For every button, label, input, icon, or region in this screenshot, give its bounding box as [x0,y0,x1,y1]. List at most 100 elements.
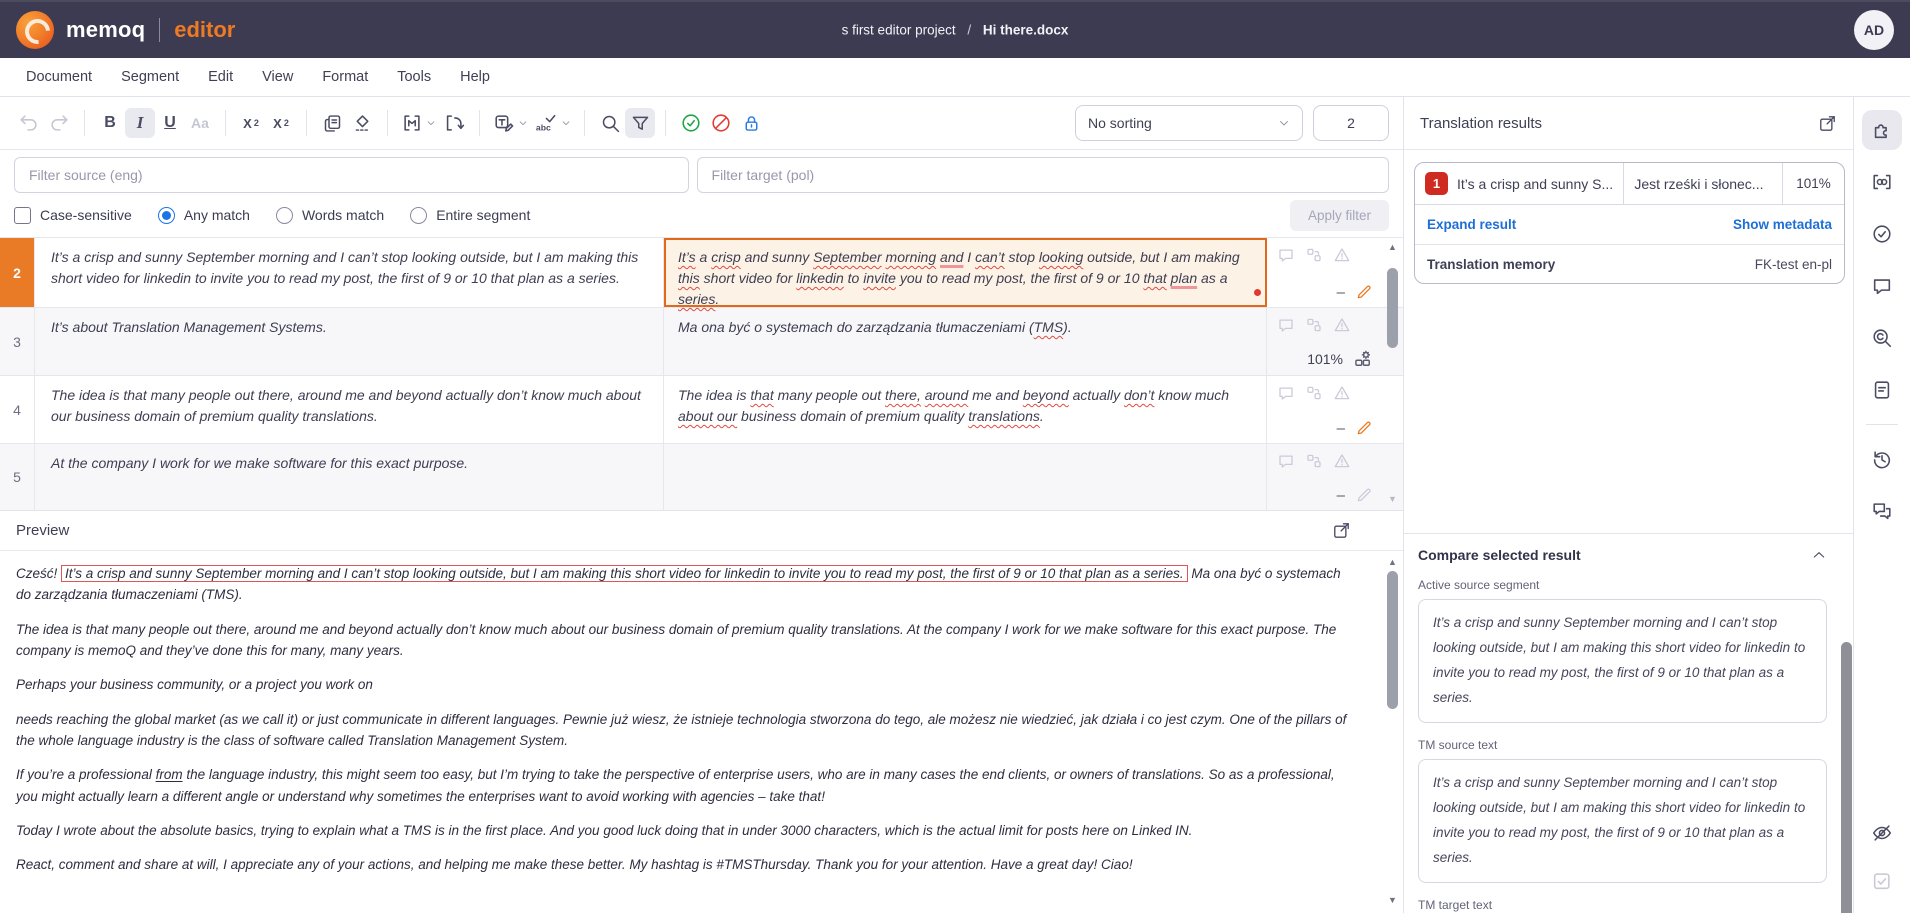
warning-icon[interactable] [1333,246,1351,264]
rail-track-changes[interactable] [1862,861,1902,901]
sorting-select[interactable]: No sorting [1075,105,1303,141]
menu-segment[interactable]: Segment [121,69,179,85]
source-cell[interactable]: It’s a crisp and sunny September morning… [35,238,664,307]
insert-empty-tag-button[interactable] [439,108,469,138]
segment-number: 3 [0,308,35,375]
menu-view[interactable]: View [262,69,293,85]
source-cell[interactable]: At the company I work for we make softwa… [35,444,664,510]
segment-row-4[interactable]: 4 The idea is that many people out there… [0,376,1403,444]
open-preview-icon[interactable] [1332,521,1351,540]
warning-icon[interactable] [1333,316,1351,334]
bold-button[interactable]: B [95,108,125,138]
lock-segment-button[interactable] [736,108,766,138]
subscript-button[interactable]: X2 [266,108,296,138]
filter-button[interactable] [625,108,655,138]
edit-check-icon [1871,870,1893,892]
filter-source-input[interactable] [14,157,689,193]
filter-target-input[interactable] [697,157,1389,193]
edit-source-button[interactable] [490,108,531,138]
superscript-button[interactable]: X2 [236,108,266,138]
spellcheck-button[interactable]: abc [531,108,574,138]
source-cell[interactable]: The idea is that many people out there, … [35,376,664,443]
split-join-icon[interactable] [1305,316,1323,334]
grid-scrollbar[interactable]: ▲ ▼ [1386,238,1399,510]
topbar: memoq editor s first editor project / Hi… [0,0,1910,58]
match-rate: – [1337,487,1345,504]
reject-segment-button[interactable] [706,108,736,138]
copy-tags-icon[interactable] [317,108,347,138]
confirm-segment-button[interactable] [676,108,706,138]
any-match-radio[interactable]: Any match [158,207,250,224]
split-join-icon[interactable] [1305,246,1323,264]
preview-scrollbar[interactable]: ▲ ▼ [1386,511,1399,913]
scroll-down-icon[interactable]: ▼ [1388,494,1397,504]
scrollbar-thumb[interactable] [1387,571,1398,709]
menu-format[interactable]: Format [322,69,368,85]
rail-comments[interactable] [1862,266,1902,306]
source-cell[interactable]: It’s about Translation Management System… [35,308,664,375]
change-case-button[interactable]: Aa [185,108,215,138]
compare-section: Compare selected result Active source se… [1404,533,1853,913]
scroll-up-icon[interactable]: ▲ [1388,557,1397,567]
target-cell[interactable]: Ma ona być o systemach do zarządzania tł… [664,308,1267,375]
rail-concordance-link[interactable] [1862,162,1902,202]
translation-result-card[interactable]: 1 It’s a crisp and sunny S... Jest rześk… [1414,162,1845,284]
tm-name: FK-test en-pl [1755,257,1832,272]
find-button[interactable] [595,108,625,138]
warning-icon[interactable] [1333,384,1351,402]
comment-icon[interactable] [1277,384,1295,402]
menu-document[interactable]: Document [26,69,92,85]
menu-edit[interactable]: Edit [208,69,233,85]
segment-row-5[interactable]: 5 At the company I work for we make soft… [0,444,1403,510]
segment-row-2[interactable]: 2 It’s a crisp and sunny September morni… [0,238,1403,308]
chevron-up-icon[interactable] [1811,547,1827,563]
segment-number-input[interactable]: 2 [1313,105,1389,141]
segment-row-3[interactable]: 3 It’s about Translation Management Syst… [0,308,1403,376]
words-match-radio[interactable]: Words match [276,207,384,224]
breadcrumb-separator: / [967,23,971,38]
italic-button[interactable]: I [125,108,155,138]
underline-button[interactable]: U [155,108,185,138]
rail-hide-preview[interactable] [1862,813,1902,853]
preview-paragraph: If you’re a professional from the langua… [16,764,1357,807]
chevron-down-icon [1278,117,1290,129]
translation-results-panel: Translation results 1 It’s a crisp and s… [1403,97,1853,913]
rail-qa-checks[interactable] [1862,214,1902,254]
entire-segment-radio[interactable]: Entire segment [410,207,530,224]
menu-help[interactable]: Help [460,69,490,85]
open-results-icon[interactable] [1818,114,1837,133]
panel-scrollbar[interactable] [1841,642,1853,913]
rail-concordance-search[interactable] [1862,318,1902,358]
scroll-up-icon[interactable]: ▲ [1388,242,1397,252]
target-cell[interactable] [664,444,1267,510]
apply-filter-button[interactable]: Apply filter [1290,200,1389,231]
rail-translation-results[interactable] [1862,110,1902,150]
rail-document-info[interactable] [1862,370,1902,410]
warning-icon[interactable] [1333,452,1351,470]
split-join-icon[interactable] [1305,384,1323,402]
match-rate: – [1337,284,1345,301]
case-sensitive-checkbox[interactable]: Case-sensitive [14,207,132,224]
undo-button[interactable] [14,108,44,138]
insert-tag-button[interactable] [398,108,439,138]
user-avatar[interactable]: AD [1854,10,1894,50]
rail-discussions[interactable] [1862,491,1902,531]
target-cell[interactable]: The idea is that many people out there, … [664,376,1267,443]
rail-version-history[interactable] [1862,439,1902,479]
comment-icon[interactable] [1277,452,1295,470]
remove-formatting-icon[interactable] [347,108,377,138]
redo-button[interactable] [44,108,74,138]
scrollbar-thumb[interactable] [1841,642,1852,913]
split-join-icon[interactable] [1305,452,1323,470]
scrollbar-thumb[interactable] [1387,268,1398,348]
filter-options-row: Case-sensitive Any match Words match Ent… [0,193,1403,237]
target-cell[interactable]: It’s a crisp and sunny September morning… [664,238,1267,307]
tm-target-label: TM target text [1418,898,1827,912]
history-icon [1871,448,1893,470]
menu-tools[interactable]: Tools [397,69,431,85]
show-metadata-link[interactable]: Show metadata [1733,217,1832,232]
scroll-down-icon[interactable]: ▼ [1388,895,1397,905]
comment-icon[interactable] [1277,246,1295,264]
expand-result-link[interactable]: Expand result [1427,217,1516,232]
comment-icon[interactable] [1277,316,1295,334]
